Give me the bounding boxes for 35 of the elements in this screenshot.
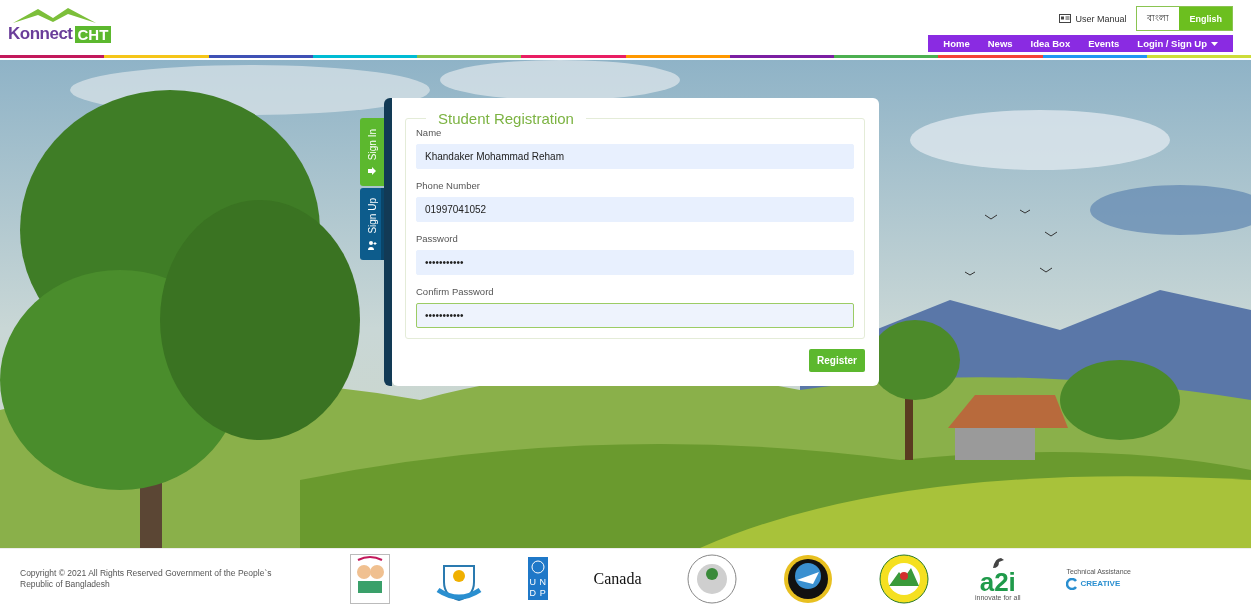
nav-link[interactable]: Login / Sign Up <box>1128 38 1227 49</box>
logo-wordmark: Konnect <box>8 24 73 44</box>
side-tab[interactable]: Sign Up <box>360 188 384 260</box>
wordmark-logo: Canada <box>593 569 642 588</box>
input-field[interactable]: ••••••••••• <box>416 250 854 275</box>
nav-link[interactable]: News <box>978 38 1022 49</box>
seal-logo-icon <box>879 553 930 604</box>
input-field[interactable]: Khandaker Mohammad Reham <box>416 144 854 169</box>
input-field[interactable]: 01997041052 <box>416 197 854 222</box>
user-manual-link[interactable]: User Manual <box>1075 13 1127 24</box>
a2i-wordmark: a2i <box>979 570 1016 594</box>
logo-letter: D <box>528 588 537 599</box>
field-label: Phone Number <box>416 180 481 191</box>
input-field[interactable]: ••••••••••• <box>416 303 854 328</box>
logo-badge: CHT <box>74 25 112 43</box>
nav-link[interactable]: Events <box>1079 38 1129 49</box>
c-letter-logo-icon <box>1066 577 1079 590</box>
creative-wordmark: CREATIVE <box>1080 579 1121 588</box>
seal-logo-icon <box>783 553 834 604</box>
copyright-text: Copyright © 2021 All Rights Reserved Government of the People`s Republic of Bangladesh <box>20 567 273 590</box>
nav-link[interactable]: Home <box>934 38 979 49</box>
field-label: Name <box>416 127 443 138</box>
field-label: Confirm Password <box>416 286 495 297</box>
logo-letter: U <box>528 577 537 588</box>
id-card-icon <box>1059 14 1072 23</box>
field-label: Password <box>416 233 459 244</box>
sign-in-icon <box>367 166 377 176</box>
children-reading-logo-icon <box>350 553 390 604</box>
user-add-icon <box>367 240 377 250</box>
nav-link[interactable]: Idea Box <box>1021 38 1080 49</box>
seal-logo-icon <box>687 553 738 604</box>
bird-icon <box>990 556 1005 570</box>
logo-letter: P <box>538 588 547 599</box>
logo-letter: N <box>538 577 547 588</box>
form-title: Student Registration <box>437 110 575 127</box>
